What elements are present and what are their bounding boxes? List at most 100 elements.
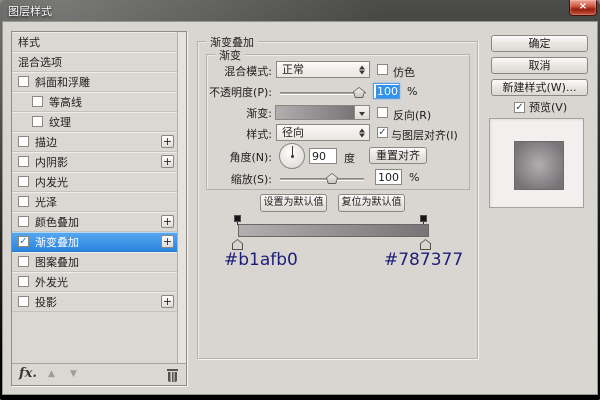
opacity-slider-thumb[interactable]: [353, 87, 365, 98]
align-layer-label: 与图层对齐(I): [391, 127, 458, 143]
dither-checkbox[interactable]: [377, 64, 388, 75]
make-default-button[interactable]: 设置为默认值: [260, 194, 327, 212]
blend-mode-value: 正常: [282, 63, 304, 76]
reverse-label: 反向(R): [393, 107, 431, 123]
sidebar-item-label: 混合选项: [18, 54, 62, 70]
effect-checkbox[interactable]: [32, 116, 43, 127]
sidebar-item-contour[interactable]: 等高线: [12, 92, 177, 112]
style-value: 径向: [282, 126, 304, 139]
effects-list: 样式 混合选项 斜面和浮雕 等高线 纹理: [12, 32, 177, 312]
gradient-overlay-panel: 渐变叠加 渐变 混合模式: 正常 仿色 不透明度(P):: [197, 41, 478, 359]
effects-sidebar: 样式 混合选项 斜面和浮雕 等高线 纹理: [11, 31, 187, 386]
dither-label: 仿色: [393, 64, 415, 80]
angle-unit: 度: [344, 150, 355, 166]
effect-checkbox[interactable]: [18, 276, 29, 287]
layer-style-dialog: 图层样式 × 样式 混合选项 斜面和浮雕 等高线: [0, 0, 600, 400]
sidebar-item-stroke[interactable]: 描边 +: [12, 132, 177, 152]
angle-input[interactable]: 90: [309, 148, 337, 164]
preview-label: 预览(V): [529, 99, 567, 115]
add-effect-button[interactable]: +: [161, 215, 174, 228]
effect-checkbox[interactable]: [18, 256, 29, 267]
style-select[interactable]: 径向: [276, 124, 370, 141]
sidebar-item-bevel-emboss[interactable]: 斜面和浮雕: [12, 72, 177, 92]
effect-checkbox[interactable]: [18, 216, 29, 227]
sidebar-item-label: 渐变叠加: [35, 234, 79, 250]
opacity-input[interactable]: 100: [373, 83, 400, 99]
sidebar-item-color-overlay[interactable]: 颜色叠加 +: [12, 212, 177, 232]
sidebar-item-label: 颜色叠加: [35, 214, 79, 230]
effect-checkbox[interactable]: [18, 296, 29, 307]
sidebar-item-satin[interactable]: 光泽: [12, 192, 177, 212]
sidebar-item-label: 内发光: [35, 174, 68, 190]
effect-checkbox[interactable]: [18, 156, 29, 167]
dialog-body: 样式 混合选项 斜面和浮雕 等高线 纹理: [2, 21, 598, 395]
gradient-swatch[interactable]: [275, 105, 355, 120]
reset-default-button[interactable]: 复位为默认值: [338, 194, 405, 212]
effect-checkbox[interactable]: ✓: [18, 236, 29, 247]
dropdown-arrows-icon: [359, 128, 365, 137]
gradient-opacity-stop-right[interactable]: [420, 215, 427, 222]
style-row: 样式: 径向 ✓ 与图层对齐(I): [207, 124, 469, 144]
scale-slider-thumb[interactable]: [326, 173, 338, 184]
sidebar-item-styles[interactable]: 样式: [12, 32, 177, 52]
blend-mode-label: 混合模式:: [207, 63, 272, 79]
opacity-value: 100: [376, 85, 399, 98]
add-effect-button[interactable]: +: [161, 155, 174, 168]
gradient-end-hex-label: #787377: [384, 250, 463, 270]
sidebar-item-label: 样式: [18, 34, 40, 50]
gradient-color-stop-right[interactable]: [420, 239, 431, 250]
sidebar-item-label: 投影: [35, 294, 57, 310]
preview-checkbox[interactable]: ✓: [514, 102, 525, 113]
sidebar-footer: fx. ▲ ▼: [12, 363, 186, 385]
gradient-row: 渐变: 反向(R): [207, 103, 469, 123]
effect-checkbox[interactable]: [32, 96, 43, 107]
new-style-button[interactable]: 新建样式(W)...: [491, 79, 588, 96]
scale-input[interactable]: 100: [375, 169, 402, 185]
preview-panel: [489, 118, 584, 208]
close-button[interactable]: ×: [569, 0, 597, 16]
add-effect-button[interactable]: +: [161, 295, 174, 308]
sidebar-item-texture[interactable]: 纹理: [12, 112, 177, 132]
effect-checkbox[interactable]: [18, 196, 29, 207]
cancel-button[interactable]: 取消: [491, 57, 588, 74]
sidebar-item-blending-options[interactable]: 混合选项: [12, 52, 177, 72]
fx-icon[interactable]: fx.: [19, 366, 37, 381]
angle-dial[interactable]: [279, 143, 305, 169]
add-effect-button[interactable]: +: [161, 135, 174, 148]
angle-row: 角度(N): 90 度 重置对齐: [207, 143, 469, 171]
sidebar-item-gradient-overlay[interactable]: ✓ 渐变叠加 +: [12, 232, 177, 252]
align-layer-checkbox[interactable]: ✓: [377, 127, 388, 138]
ok-button[interactable]: 确定: [491, 35, 588, 52]
sidebar-scrollbar[interactable]: [177, 32, 186, 363]
scale-value: 100: [378, 171, 399, 184]
blend-mode-select[interactable]: 正常: [276, 61, 370, 78]
sidebar-item-inner-glow[interactable]: 内发光: [12, 172, 177, 192]
gradient-opacity-stop-left[interactable]: [234, 215, 241, 222]
sidebar-item-drop-shadow[interactable]: 投影 +: [12, 292, 177, 312]
title-bar[interactable]: 图层样式 ×: [0, 0, 600, 21]
add-effect-button[interactable]: +: [161, 235, 174, 248]
reverse-checkbox[interactable]: [377, 107, 388, 118]
move-effect-up-icon[interactable]: ▲: [48, 369, 55, 379]
sidebar-item-pattern-overlay[interactable]: 图案叠加: [12, 252, 177, 272]
gradient-bar[interactable]: [238, 224, 429, 237]
scale-row: 缩放(S): 100 %: [207, 169, 469, 189]
move-effect-down-icon[interactable]: ▼: [70, 369, 77, 379]
gradient-group: 渐变 混合模式: 正常 仿色 不透明度(P): 100: [206, 54, 470, 190]
scale-slider[interactable]: [280, 178, 364, 181]
delete-effect-icon[interactable]: [167, 369, 178, 382]
opacity-unit: %: [407, 85, 417, 98]
sidebar-item-outer-glow[interactable]: 外发光: [12, 272, 177, 292]
angle-label: 角度(N):: [207, 149, 272, 165]
reset-align-button[interactable]: 重置对齐: [369, 147, 427, 164]
effect-checkbox[interactable]: [18, 176, 29, 187]
gradient-picker-arrow[interactable]: [355, 105, 370, 120]
gradient-color-stop-left[interactable]: [232, 239, 243, 250]
sidebar-item-inner-shadow[interactable]: 内阴影 +: [12, 152, 177, 172]
effect-checkbox[interactable]: [18, 136, 29, 147]
effect-checkbox[interactable]: [18, 76, 29, 87]
trash-can: [168, 372, 177, 382]
style-label: 样式:: [207, 126, 272, 142]
sidebar-item-label: 斜面和浮雕: [35, 74, 90, 90]
check-glyph: ✓: [378, 127, 386, 138]
